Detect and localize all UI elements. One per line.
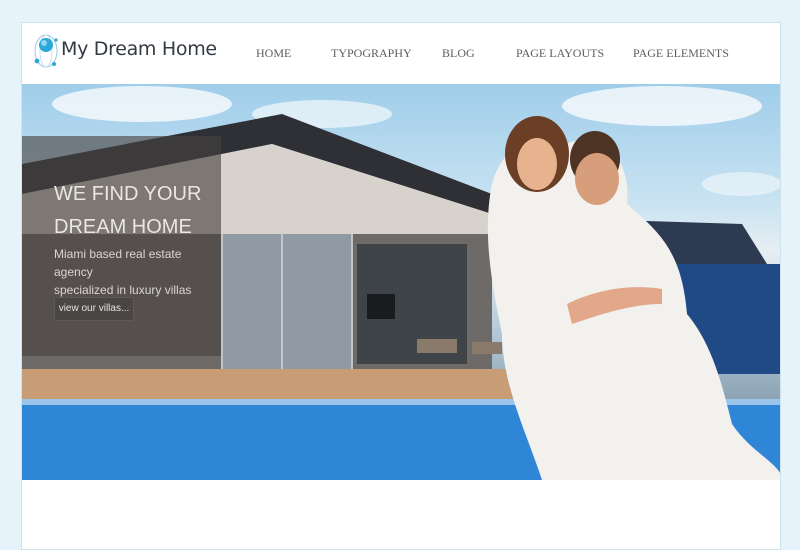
brand-name[interactable]: My Dream Home: [61, 38, 217, 60]
hero-banner: WE FIND YOUR DREAM HOME Miami based real…: [22, 84, 780, 480]
page-container: My Dream Home HOME TYPOGRAPHY BLOG PAGE …: [21, 22, 781, 550]
nav-page-elements[interactable]: PAGE ELEMENTS: [633, 23, 729, 84]
nav-typography[interactable]: TYPOGRAPHY: [331, 23, 412, 84]
site-header: My Dream Home HOME TYPOGRAPHY BLOG PAGE …: [22, 23, 780, 84]
nav-blog[interactable]: BLOG: [442, 23, 475, 84]
view-villas-button[interactable]: view our villas...: [54, 297, 134, 321]
nav-home[interactable]: HOME: [256, 23, 291, 84]
hero-title: WE FIND YOUR DREAM HOME: [54, 183, 202, 238]
hero-caption-panel: WE FIND YOUR DREAM HOME Miami based real…: [22, 136, 221, 356]
hero-subtitle: Miami based real estate agency specializ…: [54, 247, 192, 297]
globe-logo-icon[interactable]: [33, 31, 61, 71]
nav-page-layouts[interactable]: PAGE LAYOUTS: [516, 23, 604, 84]
